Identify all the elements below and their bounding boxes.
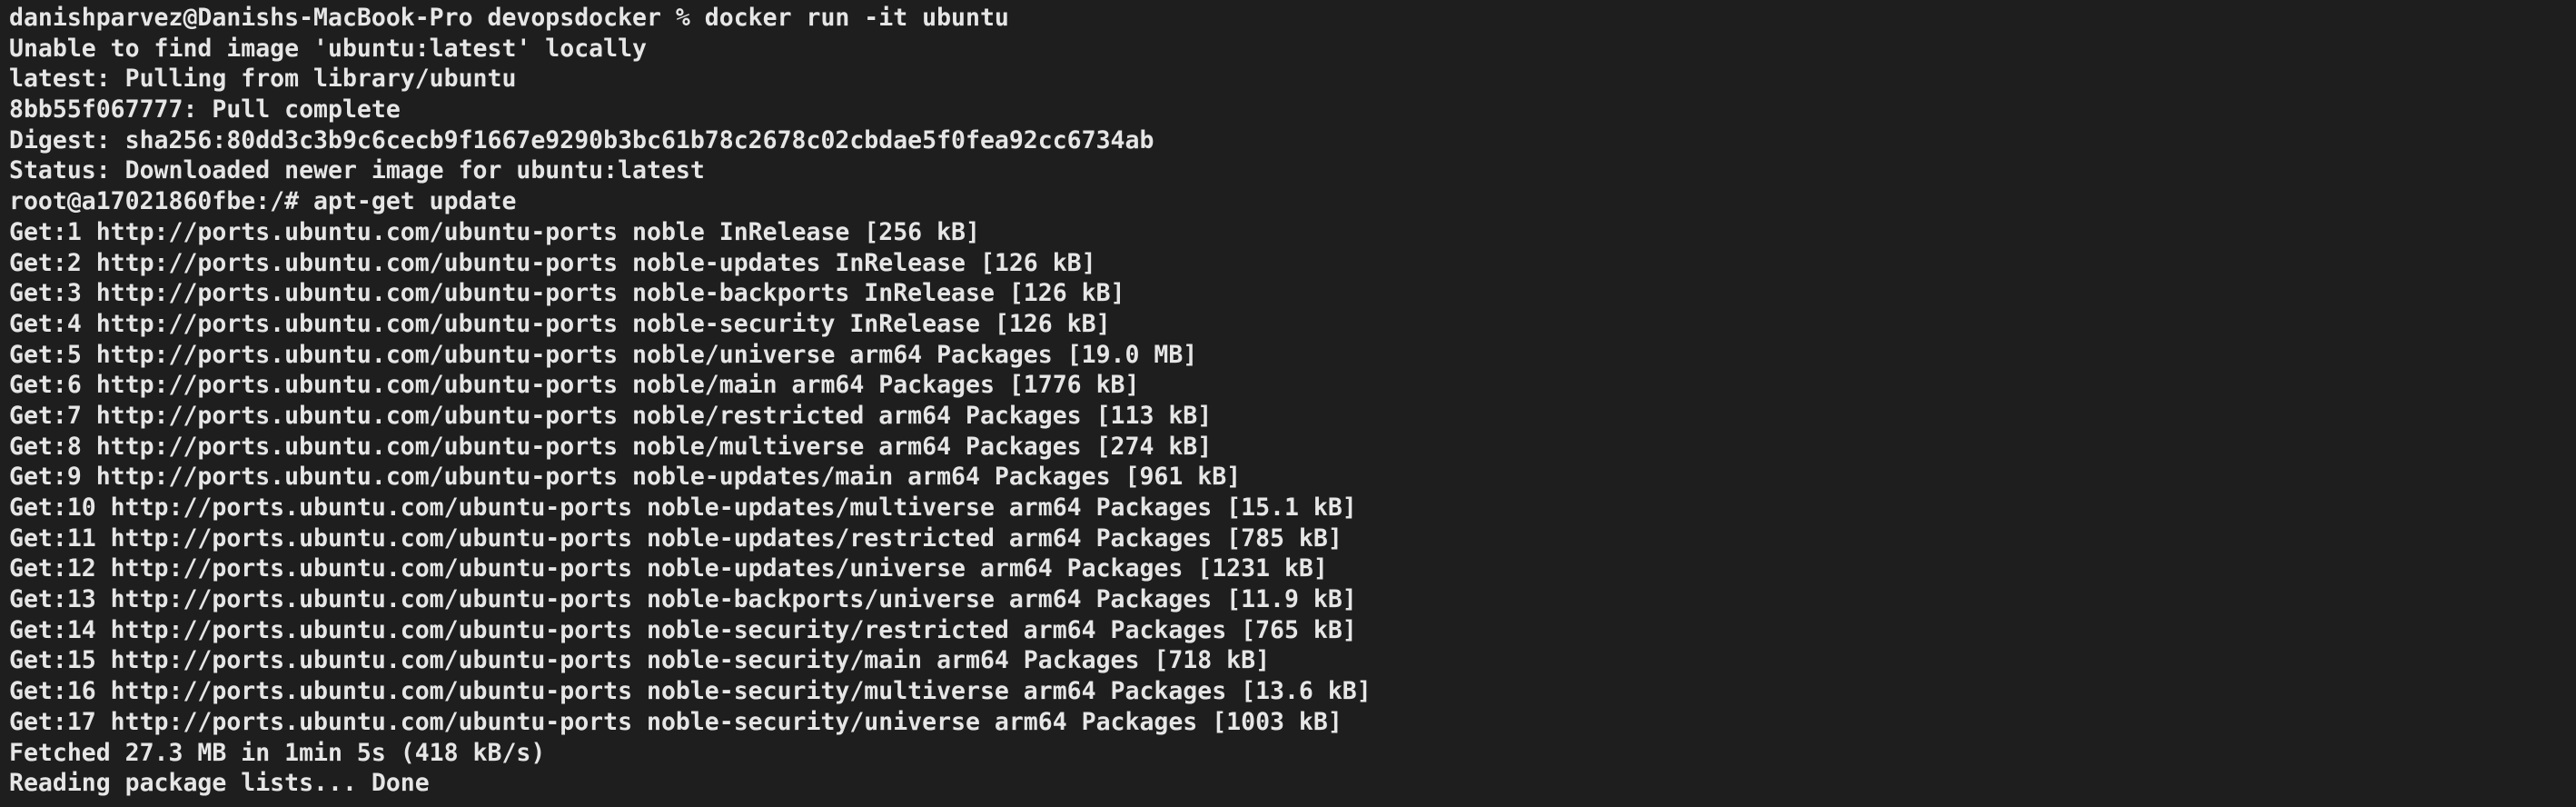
output-line: Get:4 http://ports.ubuntu.com/ubuntu-por… [9,309,1111,338]
output-line: Get:8 http://ports.ubuntu.com/ubuntu-por… [9,432,1213,461]
output-line: Get:10 http://ports.ubuntu.com/ubuntu-po… [9,493,1357,522]
output-line: 8bb55f067777: Pull complete [9,95,401,125]
output-line: Get:14 http://ports.ubuntu.com/ubuntu-po… [9,615,1357,644]
output-line: Get:2 http://ports.ubuntu.com/ubuntu-por… [9,248,1096,277]
output-line: Get:16 http://ports.ubuntu.com/ubuntu-po… [9,677,1372,706]
output-line: Get:7 http://ports.ubuntu.com/ubuntu-por… [9,401,1213,430]
output-line: Get:5 http://ports.ubuntu.com/ubuntu-por… [9,340,1198,369]
prompt-line: root@a17021860fbe:/# apt-get update [9,187,517,216]
output-line: Get:17 http://ports.ubuntu.com/ubuntu-po… [9,707,1342,736]
output-line: Get:13 http://ports.ubuntu.com/ubuntu-po… [9,585,1357,614]
output-line: Get:12 http://ports.ubuntu.com/ubuntu-po… [9,554,1328,583]
output-line: Fetched 27.3 MB in 1min 5s (418 kB/s) [9,738,546,767]
output-line: Reading package lists... Done [9,769,430,798]
terminal-output[interactable]: danishparvez@Danishs-MacBook-Pro devopsd… [9,3,2576,799]
output-line: latest: Pulling from library/ubuntu [9,65,517,94]
output-line: Get:11 http://ports.ubuntu.com/ubuntu-po… [9,523,1342,553]
prompt-line: danishparvez@Danishs-MacBook-Pro devopsd… [9,4,1009,32]
output-line: Get:6 http://ports.ubuntu.com/ubuntu-por… [9,371,1140,400]
output-line: Unable to find image 'ubuntu:latest' loc… [9,34,647,63]
output-line: Get:15 http://ports.ubuntu.com/ubuntu-po… [9,646,1271,675]
output-line: Get:9 http://ports.ubuntu.com/ubuntu-por… [9,463,1242,492]
output-line: Get:3 http://ports.ubuntu.com/ubuntu-por… [9,279,1125,308]
output-line: Status: Downloaded newer image for ubunt… [9,156,705,185]
terminal-window[interactable]: danishparvez@Danishs-MacBook-Pro devopsd… [0,0,2576,807]
output-line: Get:1 http://ports.ubuntu.com/ubuntu-por… [9,217,980,246]
output-line: Digest: sha256:80dd3c3b9c6cecb9f1667e929… [9,125,1154,154]
